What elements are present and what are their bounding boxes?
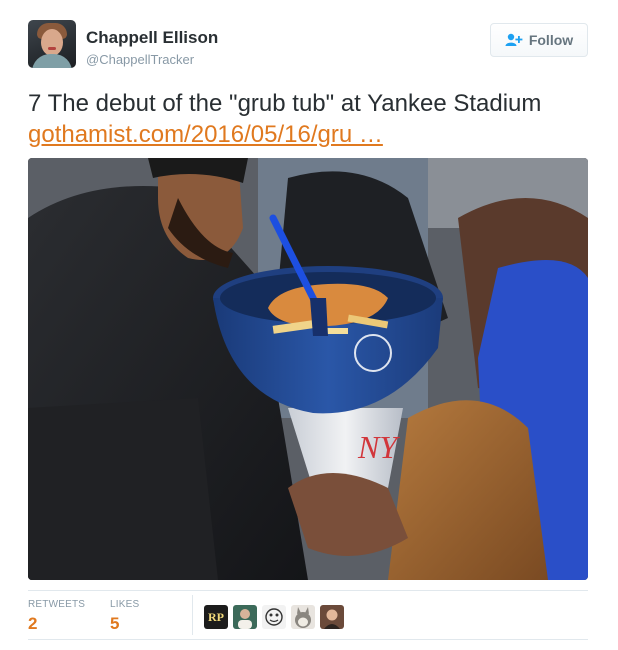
add-user-icon (505, 33, 523, 47)
likes-count: 5 (110, 614, 120, 633)
tweet-photo[interactable]: NY (28, 158, 588, 580)
stadium-photo-illustration: NY (28, 158, 588, 580)
retweets-label: RETWEETS (28, 599, 86, 610)
follow-button[interactable]: Follow (490, 23, 588, 57)
follow-label: Follow (528, 32, 574, 48)
retweets-stat[interactable]: RETWEETS 2 (28, 599, 85, 634)
tweet-link[interactable]: gothamist.com/2016/05/16/gru … (28, 121, 383, 148)
rp-logo-avatar[interactable]: RP (204, 605, 228, 629)
stats-divider (192, 595, 193, 635)
avatar-lips (48, 47, 56, 50)
totoro-avatar[interactable] (291, 605, 315, 629)
person-avatar[interactable] (320, 605, 344, 629)
avatar-shoulders (32, 54, 72, 68)
svg-text:NY: NY (357, 429, 400, 465)
cartoon-avatar[interactable] (262, 605, 286, 629)
liker-initials: RP (208, 610, 224, 624)
retweets-count: 2 (28, 614, 38, 633)
avatar-face (41, 29, 63, 56)
user-name[interactable]: Chappell Ellison (86, 28, 218, 48)
user-handle[interactable]: @ChappellTracker (86, 52, 194, 67)
tweet-stats: RETWEETS 2 LIKES 5 RP (28, 590, 588, 640)
likes-stat[interactable]: LIKES 5 (110, 599, 139, 634)
tweet-body: 7 The debut of the "grub tub" at Yankee … (28, 88, 598, 150)
tweet-header: Chappell Ellison @ChappellTracker Follow (28, 20, 588, 72)
user-avatar[interactable] (28, 20, 76, 68)
person-avatar[interactable] (233, 605, 257, 629)
likes-label: LIKES (110, 599, 140, 610)
liker-avatars: RP (204, 605, 344, 629)
tweet-text: 7 The debut of the "grub tub" at Yankee … (28, 90, 542, 117)
